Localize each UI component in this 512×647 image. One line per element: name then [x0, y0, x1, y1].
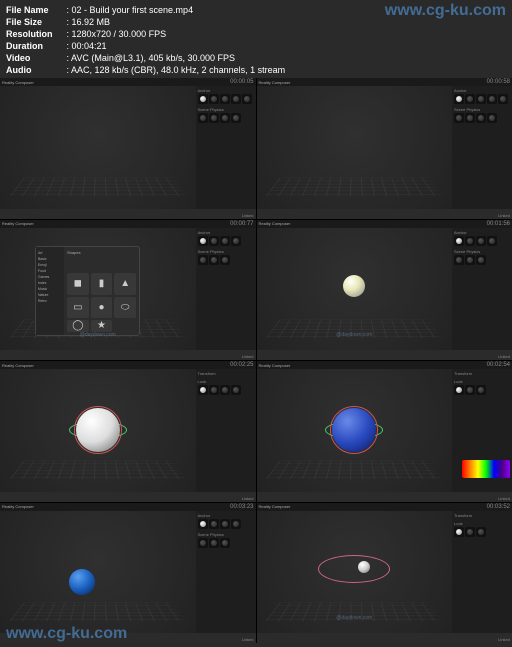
video-label: Video — [6, 52, 64, 64]
star-icon[interactable]: ★ — [91, 320, 113, 331]
anchor-slot[interactable] — [198, 94, 208, 104]
anchor-slot[interactable] — [209, 94, 219, 104]
category-item[interactable]: Retro — [38, 298, 62, 304]
cylinder-icon[interactable]: ▮ — [91, 273, 113, 295]
anchor-slot[interactable] — [242, 94, 252, 104]
thumbnail-1: Reality Composer 00:00:05 Anchor Scene P… — [0, 78, 256, 219]
media-info: File Name : 02 - Build your first scene.… — [6, 4, 285, 76]
thumbnail-2: Reality Composer 00:00:58 Anchor Scene P… — [257, 78, 512, 219]
shapes-title: Shapes — [67, 250, 136, 256]
resolution-label: Resolution — [6, 28, 64, 40]
app-menubar: Reality Composer — [0, 78, 256, 86]
cube-icon[interactable]: ◼ — [67, 273, 89, 295]
app-menubar: Reality Composer — [0, 220, 256, 228]
viewport[interactable]: @daydown.com — [257, 228, 453, 351]
capsule-icon[interactable]: ⬭ — [114, 297, 136, 319]
thumbnail-8: Reality Composer 00:03:52 @daydown.com T… — [257, 503, 512, 644]
physics-label: Scene Physics — [198, 107, 254, 112]
sphere-object[interactable] — [69, 569, 95, 595]
timestamp: 00:00:58 — [487, 79, 510, 85]
watermark-top: www.cg-ku.com — [385, 2, 506, 20]
thumbnail-3: Reality Composer 00:00:77 Art Basic Emoj… — [0, 220, 256, 361]
shapes-library-popup[interactable]: Art Basic Emoji Food Games Index Music N… — [35, 246, 140, 336]
timestamp: 00:00:05 — [230, 79, 253, 85]
linked-badge: Linked — [498, 213, 510, 218]
properties-panel[interactable]: Anchor Scene Physics — [452, 228, 512, 351]
resolution-value: 1280x720 / 30.000 FPS — [72, 29, 167, 39]
duration-label: Duration — [6, 40, 64, 52]
orbit-ring[interactable] — [318, 555, 390, 583]
anchor-slot[interactable] — [231, 94, 241, 104]
properties-panel[interactable]: Transform Look — [452, 369, 512, 492]
file-size-value: 16.92 MB — [72, 17, 111, 27]
floor-grid — [266, 178, 442, 196]
shapes-categories[interactable]: Art Basic Emoji Food Games Index Music N… — [36, 247, 64, 335]
floor-grid — [10, 178, 186, 196]
audio-value: AAC, 128 kb/s (CBR), 48.0 kHz, 2 channel… — [71, 65, 285, 75]
properties-panel[interactable]: Transform Look — [452, 511, 512, 634]
color-picker[interactable] — [462, 460, 510, 478]
file-size-label: File Size — [6, 16, 64, 28]
duration-value: 00:04:21 — [72, 41, 107, 51]
sphere-object[interactable] — [343, 275, 365, 297]
thumbnail-4: Reality Composer 00:01:56 @daydown.com A… — [257, 220, 512, 361]
properties-panel[interactable]: Transform Look — [196, 369, 256, 492]
video-value: AVC (Main@L3.1), 405 kb/s, 30.000 FPS — [71, 53, 235, 63]
center-watermark: @daydown.com — [80, 332, 116, 338]
properties-panel[interactable]: Anchor Scene Physics — [196, 86, 256, 209]
sphere-icon[interactable]: ● — [91, 297, 113, 319]
viewport[interactable] — [0, 511, 196, 634]
thumbnail-7: Reality Composer 00:03:23 Anchor Scene P… — [0, 503, 256, 644]
linked-badge: Linked — [242, 213, 254, 218]
viewport[interactable] — [257, 86, 453, 209]
physics-slot[interactable] — [198, 113, 208, 123]
box-icon[interactable]: ▭ — [67, 297, 89, 319]
rotate-gizmo-x[interactable] — [330, 406, 378, 454]
physics-slot[interactable] — [220, 113, 230, 123]
thumbnail-grid: Reality Composer 00:00:05 Anchor Scene P… — [0, 78, 512, 643]
file-name-label: File Name — [6, 4, 64, 16]
torus-icon[interactable]: ◯ — [67, 320, 89, 331]
anchor-label: Anchor — [198, 88, 254, 93]
timestamp: 00:00:77 — [230, 221, 253, 227]
anchor-slot[interactable] — [220, 94, 230, 104]
properties-panel[interactable]: Anchor Scene Physics — [196, 511, 256, 634]
viewport[interactable] — [0, 86, 196, 209]
viewport[interactable] — [257, 369, 453, 492]
properties-panel[interactable]: Anchor Scene Physics — [196, 228, 256, 351]
viewport[interactable]: @daydown.com — [257, 511, 453, 634]
thumbnail-5: Reality Composer 00:02:25 Transform Look… — [0, 361, 256, 502]
properties-panel[interactable]: Anchor Scene Physics — [452, 86, 512, 209]
cone-icon[interactable]: ▲ — [114, 273, 136, 295]
physics-slot[interactable] — [209, 113, 219, 123]
file-name-value: 02 - Build your first scene.mp4 — [72, 5, 194, 15]
app-menubar: Reality Composer — [257, 78, 512, 86]
rotate-gizmo-x[interactable] — [74, 406, 122, 454]
audio-label: Audio — [6, 64, 64, 76]
moon-object[interactable] — [358, 561, 370, 573]
shapes-grid: Shapes ◼ ▮ ▲ ▭ ● ⬭ ◯ ★ — [64, 247, 139, 335]
watermark-bottom: www.cg-ku.com — [6, 625, 127, 643]
thumbnail-6: Reality Composer 00:02:54 Transform Look… — [257, 361, 512, 502]
viewport[interactable]: Art Basic Emoji Food Games Index Music N… — [0, 228, 196, 351]
viewport[interactable] — [0, 369, 196, 492]
physics-slot[interactable] — [231, 113, 241, 123]
